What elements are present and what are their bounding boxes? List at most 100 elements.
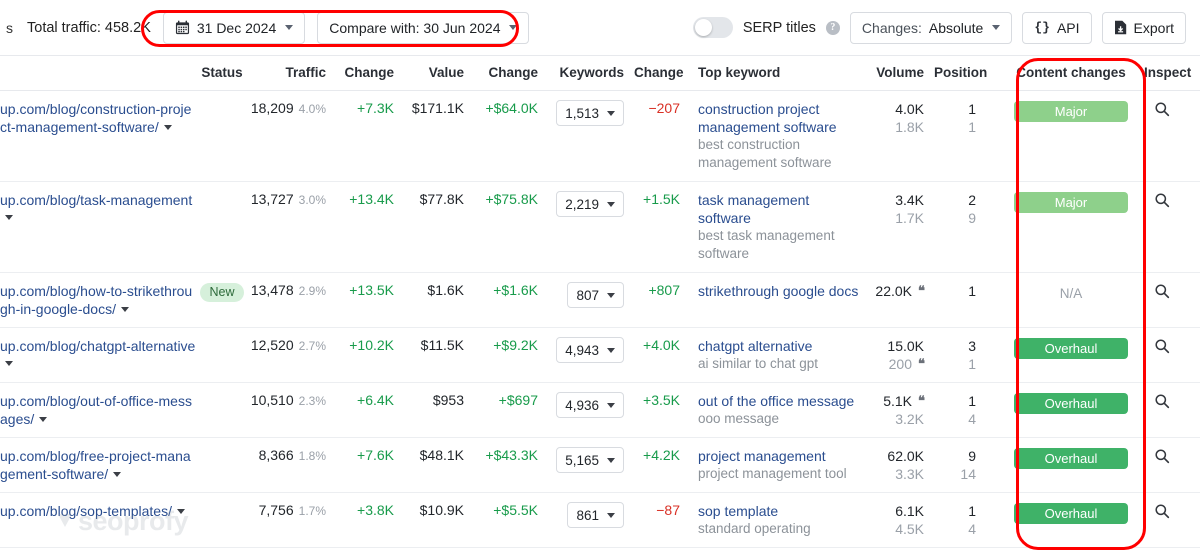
column-header-value[interactable]: Value	[408, 56, 474, 91]
content-change-badge[interactable]: Overhaul	[1014, 393, 1128, 414]
column-header-top-keyword[interactable]: Top keyword	[694, 56, 864, 91]
table-row[interactable]: up.com/blog/how-to-strikethrough-in-goog…	[0, 272, 1200, 328]
keywords-dropdown[interactable]: 4,943	[556, 337, 624, 363]
magnifier-icon[interactable]	[1154, 394, 1170, 412]
column-header-position[interactable]: Position	[934, 56, 1006, 91]
column-header-traffic-change[interactable]: Change	[336, 56, 408, 91]
table-row[interactable]: up.com/blog/construction-project-managem…	[0, 90, 1200, 182]
keywords-dropdown[interactable]: 807	[567, 282, 624, 308]
traffic-share: 2.7%	[298, 339, 326, 353]
top-keyword-primary[interactable]: out of the office message	[698, 392, 864, 410]
content-change-badge[interactable]: Overhaul	[1014, 338, 1128, 359]
column-header-status[interactable]: Status	[196, 56, 248, 91]
inspect-cell	[1136, 382, 1200, 438]
status-cell	[196, 382, 248, 438]
value-change-cell: +$1.6K	[474, 272, 552, 328]
changes-mode-button[interactable]: Changes: Absolute	[849, 11, 1013, 44]
top-keyword-secondary: best construction management software	[698, 137, 832, 170]
page-url-link[interactable]: up.com/blog/out-of-office-messages/	[0, 393, 192, 427]
magnifier-icon[interactable]	[1154, 284, 1170, 302]
table-row[interactable]: up.com/blog/out-of-office-messages/10,51…	[0, 382, 1200, 438]
keywords-count: 807	[576, 287, 599, 303]
volume-secondary: 4.5K	[895, 521, 924, 537]
table-row[interactable]: up.com/blog/chatgpt-alternative 12,520 2.7…	[0, 327, 1200, 383]
page-url-link[interactable]: up.com/blog/free-project-management-soft…	[0, 448, 191, 482]
column-header-traffic[interactable]: Traffic	[248, 56, 336, 91]
chevron-down-icon[interactable]	[113, 472, 122, 477]
position-secondary: 14	[960, 466, 976, 482]
keywords-dropdown[interactable]: 1,513	[556, 100, 624, 126]
chevron-down-icon[interactable]	[5, 215, 13, 220]
magnifier-icon[interactable]	[1154, 193, 1170, 211]
keywords-cell: 1,513	[552, 90, 634, 182]
traffic-cell: 7,756 1.7%	[248, 492, 336, 548]
keywords-change-cell: +1.5K	[634, 181, 694, 273]
magnifier-icon[interactable]	[1154, 504, 1170, 522]
keywords-dropdown[interactable]: 5,165	[556, 447, 624, 473]
page-url-link[interactable]: up.com/blog/task-management	[0, 192, 192, 208]
content-change-badge[interactable]: Major	[1014, 101, 1128, 122]
traffic-cell: 13,478 2.9%	[248, 272, 336, 328]
chevron-down-icon	[607, 402, 615, 408]
column-header-content-changes[interactable]: Content changes	[1006, 56, 1136, 91]
top-keyword-cell: strikethrough google docs	[694, 272, 864, 328]
table-row[interactable]: up.com/blog/sop-templates/7,756 1.7% +3.8K…	[0, 492, 1200, 548]
chevron-down-icon	[607, 201, 615, 207]
content-change-badge[interactable]: Major	[1014, 192, 1128, 213]
page-url-link[interactable]: up.com/blog/construction-project-managem…	[0, 101, 191, 135]
page-url-link[interactable]: up.com/blog/chatgpt-alternative	[0, 338, 195, 354]
position-primary: 1	[968, 101, 976, 117]
help-icon[interactable]: ?	[825, 20, 840, 35]
url-cell: up.com/blog/task-management	[0, 181, 196, 273]
keywords-dropdown[interactable]: 861	[567, 502, 624, 528]
page-url-link[interactable]: up.com/blog/how-to-strikethrough-in-goog…	[0, 283, 192, 317]
content-changes-cell: Overhaul	[1006, 492, 1136, 548]
top-keyword-primary[interactable]: project management	[698, 447, 864, 465]
traffic-cell: 18,209 4.0%	[248, 90, 336, 182]
chevron-down-icon[interactable]	[176, 509, 185, 514]
column-header-keywords-change[interactable]: Change	[634, 56, 694, 91]
column-header-volume[interactable]: Volume	[864, 56, 934, 91]
chevron-down-icon[interactable]	[5, 361, 13, 366]
top-keyword-primary[interactable]: chatgpt alternative	[698, 337, 864, 355]
top-keyword-primary[interactable]: task management software	[698, 191, 864, 227]
volume-primary: 4.0K	[895, 101, 924, 117]
top-keyword-primary[interactable]: sop template	[698, 502, 864, 520]
traffic-value: 10,510	[250, 392, 294, 408]
changes-mode-prefix: Changes:	[861, 19, 922, 36]
serp-titles-toggle[interactable]	[692, 17, 733, 38]
magnifier-icon[interactable]	[1154, 339, 1170, 357]
traffic-value: 13,727	[250, 191, 294, 207]
table-row[interactable]: up.com/blog/task-management 13,727 3.0% +13…	[0, 181, 1200, 273]
page-url-link[interactable]: up.com/blog/sop-templates/	[0, 503, 172, 519]
volume-secondary: 200	[888, 356, 912, 372]
keywords-dropdown[interactable]: 2,219	[556, 191, 624, 217]
api-button[interactable]: {} API	[1022, 11, 1092, 44]
date-picker-label: 31 Dec 2024	[196, 19, 277, 36]
content-change-badge[interactable]: Overhaul	[1014, 503, 1128, 524]
top-keyword-primary[interactable]: construction project management software	[698, 100, 864, 136]
table-row[interactable]: up.com/blog/free-project-management-soft…	[0, 437, 1200, 493]
inspect-cell	[1136, 272, 1200, 328]
column-header-keywords[interactable]: Keywords	[552, 56, 634, 91]
volume-cell: 22.0K ❝	[864, 272, 934, 328]
magnifier-icon[interactable]	[1154, 449, 1170, 467]
content-change-badge[interactable]: Overhaul	[1014, 448, 1128, 469]
keywords-dropdown[interactable]: 4,936	[556, 392, 624, 418]
date-picker-button[interactable]: 31 Dec 2024	[162, 11, 306, 44]
column-header-value-change[interactable]: Change	[474, 56, 552, 91]
compare-date-button[interactable]: Compare with: 30 Jun 2024	[317, 11, 530, 44]
value-cell: $10.9K	[408, 492, 474, 548]
top-keyword-secondary: ai similar to chat gpt	[698, 356, 819, 371]
top-keyword-primary[interactable]: strikethrough google docs	[698, 282, 864, 300]
export-button[interactable]: Export	[1101, 11, 1186, 44]
chevron-down-icon[interactable]	[163, 125, 172, 130]
magnifier-icon[interactable]	[1154, 102, 1170, 120]
column-header-url[interactable]	[0, 56, 196, 91]
chevron-down-icon[interactable]	[39, 417, 48, 422]
column-header-inspect[interactable]: Inspect	[1136, 56, 1200, 91]
value-change-cell: +$75.8K	[474, 181, 552, 273]
chevron-down-icon[interactable]	[120, 307, 129, 312]
traffic-change-cell: +6.4K	[336, 382, 408, 438]
keywords-cell: 861	[552, 492, 634, 548]
